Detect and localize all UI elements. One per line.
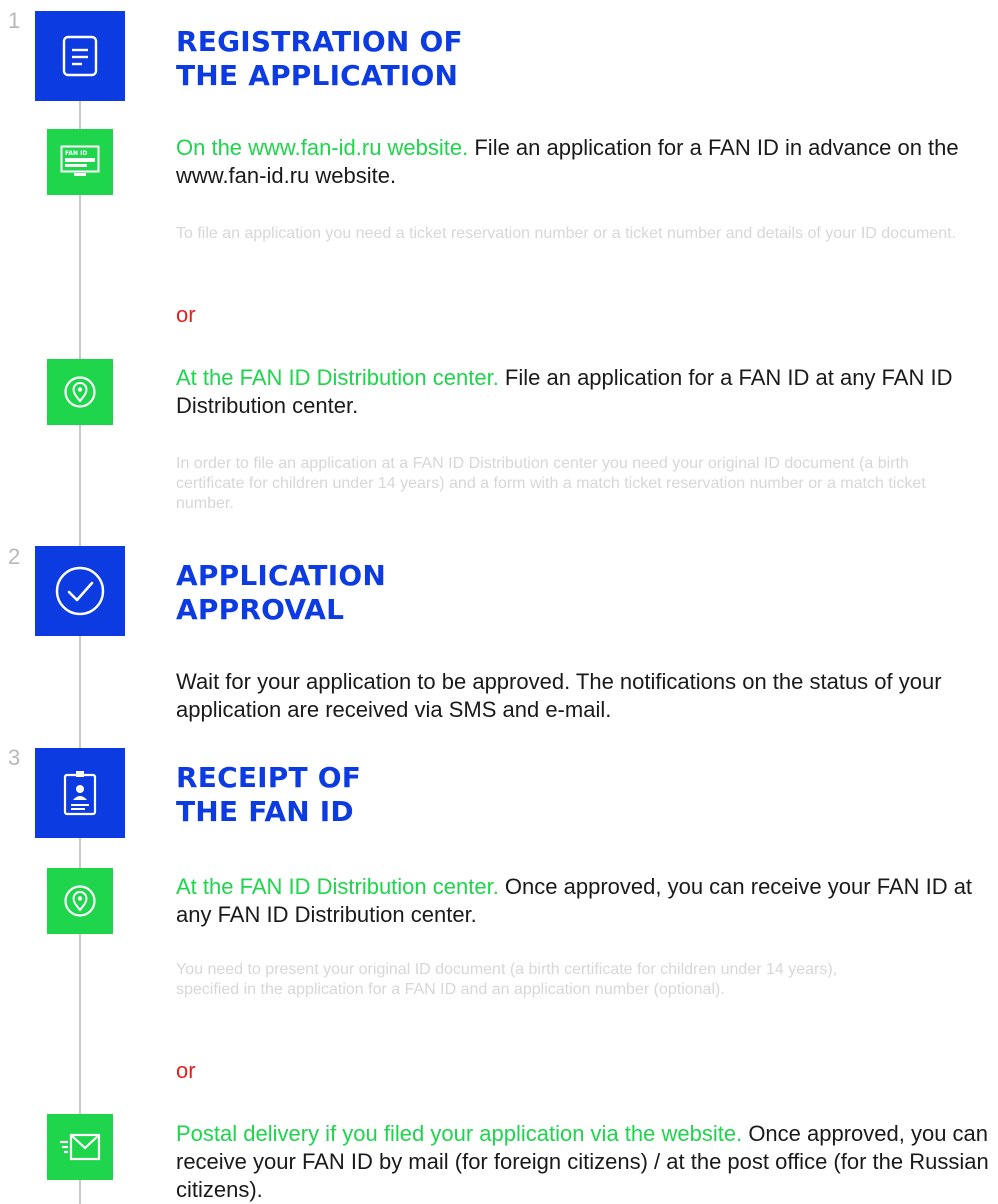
step-icon-box bbox=[35, 546, 125, 636]
step-icon-box bbox=[35, 748, 125, 838]
mail-delivery-icon bbox=[59, 1132, 101, 1162]
option-note: You need to present your original ID doc… bbox=[176, 961, 838, 998]
step-title: REGISTRATION OF THE APPLICATION bbox=[176, 25, 463, 92]
document-icon bbox=[62, 35, 98, 77]
checkmark-circle-icon bbox=[54, 565, 106, 617]
option-icon-box: FAN ID bbox=[47, 129, 113, 195]
option-note: To file an application you need a ticket… bbox=[176, 225, 956, 242]
step-title: APPLICATION APPROVAL bbox=[176, 559, 386, 626]
step-icon-box bbox=[35, 11, 125, 101]
option-note: In order to file an application at a FAN… bbox=[176, 455, 926, 512]
step-title: RECEIPT OF THE FAN ID bbox=[176, 761, 362, 828]
option-description: At the FAN ID Distribution center. File … bbox=[176, 365, 953, 418]
fan-id-monitor-icon: FAN ID bbox=[60, 145, 100, 179]
step-number: 2 bbox=[8, 544, 21, 569]
location-pin-icon bbox=[63, 884, 97, 918]
option-icon-box bbox=[47, 1114, 113, 1180]
option-description: At the FAN ID Distribution center. Once … bbox=[176, 874, 973, 927]
or-separator: or bbox=[176, 1058, 196, 1083]
option-description: On the www.fan-id.ru website. File an ap… bbox=[176, 135, 959, 188]
option-icon-box bbox=[47, 868, 113, 934]
or-separator: or bbox=[176, 302, 196, 327]
location-pin-icon bbox=[63, 375, 97, 409]
id-badge-icon bbox=[63, 770, 97, 816]
option-description: Postal delivery if you filed your applic… bbox=[176, 1121, 989, 1202]
step-number: 3 bbox=[8, 745, 21, 770]
svg-text:FAN ID: FAN ID bbox=[65, 150, 87, 157]
step-description: Wait for your application to be approved… bbox=[176, 669, 942, 722]
step-number: 1 bbox=[8, 8, 21, 33]
option-icon-box bbox=[47, 359, 113, 425]
